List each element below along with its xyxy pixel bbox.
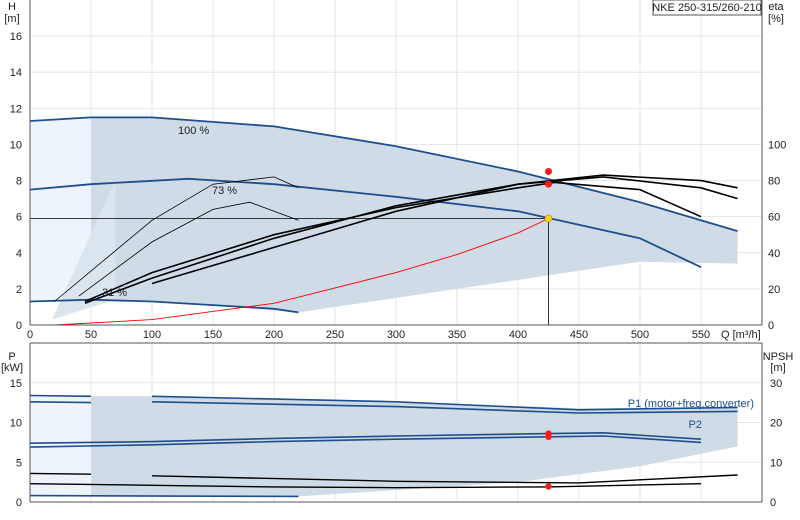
top-y-tick-label: 12 — [10, 103, 22, 115]
bottom-curve-line — [29, 472, 92, 475]
top-y-tick-label: 4 — [16, 248, 22, 260]
top-x-tick-label: 500 — [631, 329, 649, 341]
top-x-tick-label: 200 — [265, 329, 283, 341]
npsh-operating-point — [545, 483, 552, 490]
top-y-tick-label: 8 — [16, 176, 22, 188]
top-x-tick-label: 350 — [448, 329, 466, 341]
top-y2-tick-label: 80 — [768, 176, 780, 188]
bottom-y2-tick-label: 10 — [770, 457, 782, 469]
bottom-y-tick-label: 10 — [10, 418, 22, 430]
bottom-ylabel-right-unit: [m] — [770, 362, 785, 374]
bottom-y-tick-label: 0 — [16, 497, 22, 509]
top-y2-tick-label: 0 — [768, 320, 774, 332]
top-y2-tick-label: 60 — [768, 212, 780, 224]
model-title: NKE 250-315/260-210 — [652, 2, 761, 14]
bottom-y2-tick-label: 30 — [770, 378, 782, 390]
top-y-tick-label: 16 — [10, 31, 22, 43]
speed-label-73: 73 % — [212, 185, 237, 197]
top-y-tick-label: 6 — [16, 212, 22, 224]
bottom-y-tick-label: 5 — [16, 457, 22, 469]
top-x-tick-label: 450 — [570, 329, 588, 341]
top-ylabel-left-unit: [m] — [4, 13, 19, 25]
p2-operating-point — [545, 433, 552, 441]
top-ylabel-left-symbol: H — [8, 1, 16, 13]
legend-p2: P2 — [689, 419, 702, 431]
bottom-chart: 0510150102030 P [kW] NPSH [m] P1 (motor+… — [1, 342, 793, 509]
top-y-tick-label: 14 — [10, 67, 22, 79]
top-x-tick-label: 0 — [27, 329, 33, 341]
top-x-tick-label: 250 — [326, 329, 344, 341]
top-y2-tick-label: 40 — [768, 248, 780, 260]
top-y2-tick-label: 100 — [768, 139, 786, 151]
bottom-curve-line — [29, 494, 299, 498]
top-y-tick-label: 0 — [16, 320, 22, 332]
speed-label-100: 100 % — [178, 125, 209, 137]
bottom-y2-tick-label: 20 — [770, 418, 782, 430]
bottom-y-tick-label: 15 — [10, 378, 22, 390]
top-ylabel-right-unit: [%] — [768, 13, 784, 25]
top-y-tick-label: 2 — [16, 284, 22, 296]
bottom-ylabel-left-unit: [kW] — [1, 362, 23, 374]
bottom-curve-line — [29, 394, 92, 398]
x-axis-label: Q [m³/h] — [721, 329, 761, 341]
top-x-tick-label: 300 — [387, 329, 405, 341]
top-x-tick-label: 150 — [204, 329, 222, 341]
operating-point-marker — [545, 180, 552, 188]
legend-p1: P1 (motor+freq.converter) — [628, 398, 754, 410]
top-x-tick-label: 100 — [143, 329, 161, 341]
bottom-curve-line — [29, 401, 92, 404]
top-x-tick-label: 50 — [85, 329, 97, 341]
top-ylabel-right-symbol: eta — [768, 1, 784, 13]
duty-point-marker — [544, 214, 553, 223]
pump-curve-chart: 02468101214160204060801000 50 100 150 200 250… — [1, 0, 793, 509]
operating-point-marker — [545, 168, 552, 176]
top-y-tick-label: 10 — [10, 139, 22, 151]
top-chart: 0 2 4 6 8 10 12 14 16 0 20 40 60 80 100 0 50 100 150 200 250… — [4, 0, 786, 341]
bottom-y2-tick-label: 0 — [770, 497, 776, 509]
speed-label-31: 31 % — [102, 287, 127, 299]
top-y2-tick-label: 20 — [768, 284, 780, 296]
top-x-tick-label: 550 — [692, 329, 710, 341]
top-x-tick-label: 400 — [509, 329, 527, 341]
